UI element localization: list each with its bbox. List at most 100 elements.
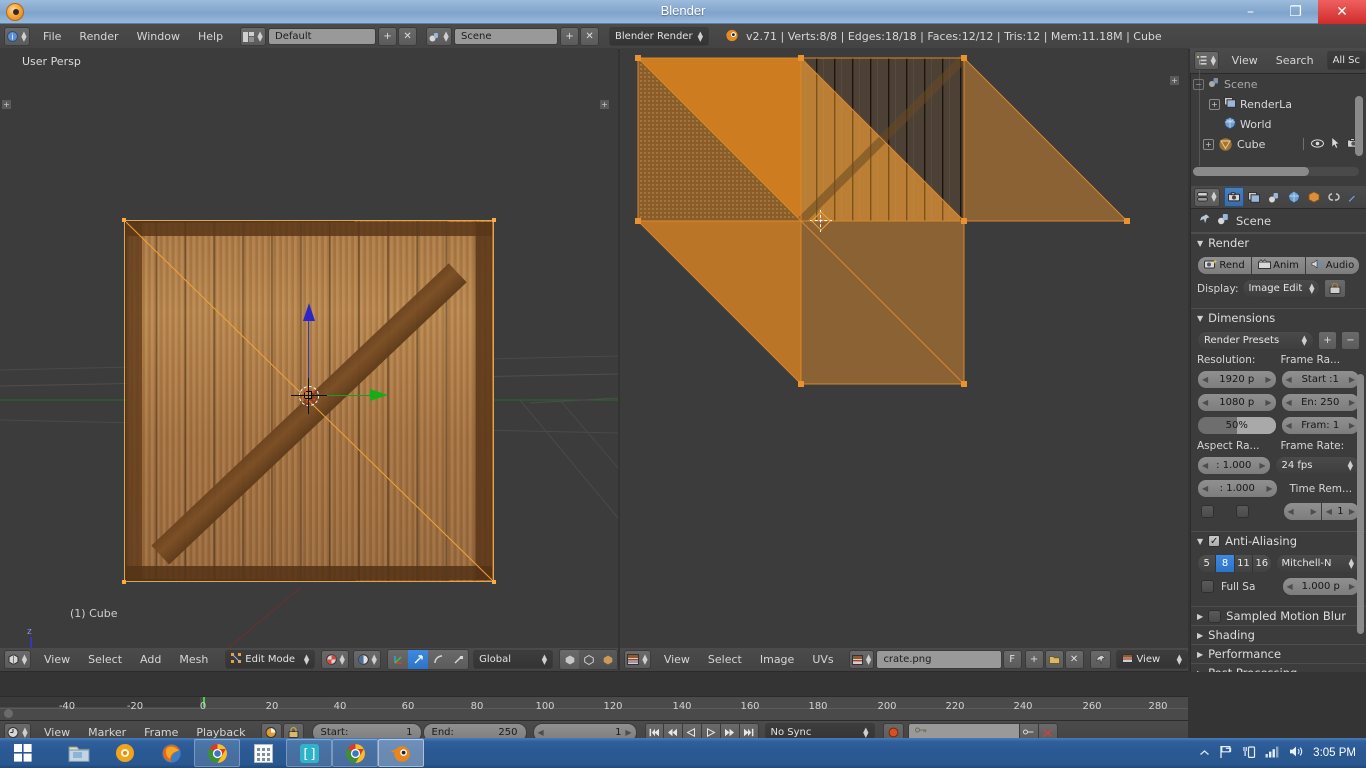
performance-panel-header[interactable]: ▶ Performance	[1191, 644, 1366, 663]
uv-image-editor[interactable]: +	[620, 48, 1188, 672]
wire-shade-icon[interactable]	[579, 650, 598, 669]
right-arrow-icon[interactable]: ▶	[1311, 507, 1317, 516]
remove-preset-button[interactable]: −	[1341, 331, 1360, 350]
properties-region-toggle[interactable]: +	[600, 100, 609, 109]
viewport-shading-icon[interactable]: ▲ ▼	[353, 650, 381, 669]
right-arrow-icon[interactable]: ▶	[1349, 507, 1355, 516]
viewport-menu-view[interactable]: View	[35, 648, 79, 672]
aa-filter-size-field[interactable]: ◀ 1.000 p ▶	[1282, 577, 1361, 596]
right-arrow-icon[interactable]: ▶	[625, 728, 631, 737]
screen-layout-icon[interactable]: ▲ ▼	[240, 27, 266, 46]
expand-icon[interactable]: +	[1209, 99, 1220, 110]
outliner-row-renderlayers[interactable]: + RenderLa	[1191, 94, 1366, 114]
pivot-point-icon[interactable]: ▲ ▼	[321, 650, 349, 669]
open-folder-icon[interactable]	[1045, 650, 1064, 669]
render-layers-tab-icon[interactable]	[1244, 187, 1264, 207]
properties-editor[interactable]: ▲ ▼ Scene ▼ Render Rend Anim Audio Displ…	[1190, 186, 1366, 672]
scale-manipulator-icon[interactable]	[448, 650, 468, 669]
delete-scene-button[interactable]: ✕	[580, 27, 599, 46]
constraints-tab-icon[interactable]	[1324, 187, 1344, 207]
render-panel-header[interactable]: ▼ Render	[1191, 233, 1366, 252]
antialiasing-panel-header[interactable]: ▼ ✓ Anti-Aliasing	[1191, 531, 1366, 550]
uv-menu-view[interactable]: View	[655, 648, 699, 672]
crate-vertex[interactable]	[492, 580, 496, 584]
left-arrow-icon[interactable]: ◀	[1326, 507, 1332, 516]
pin-icon[interactable]	[1090, 650, 1112, 669]
properties-editor-icon[interactable]: ▲ ▼	[1194, 188, 1220, 207]
action-center-flag-icon[interactable]	[1219, 745, 1233, 762]
outliner-row-scene[interactable]: − Scene	[1191, 74, 1366, 94]
world-tab-icon[interactable]	[1284, 187, 1304, 207]
outliner-row-cube[interactable]: + Cube	[1191, 134, 1366, 154]
manipulator-y-arrow[interactable]	[370, 389, 388, 401]
time-remap-old-field[interactable]: ◀ ▶	[1283, 502, 1322, 521]
add-preset-button[interactable]: +	[1318, 331, 1337, 350]
calculator-grid-icon[interactable]	[240, 739, 286, 767]
aa-filter-dropdown[interactable]: Mitchell-N ▲ ▼	[1276, 554, 1361, 573]
aa-sample-16[interactable]: 16	[1253, 555, 1270, 572]
menu-window[interactable]: Window	[128, 25, 189, 49]
minimize-button[interactable]: –	[1228, 0, 1273, 24]
brackets-icon[interactable]: []	[286, 739, 332, 767]
timeline-corner-widget[interactable]	[4, 709, 13, 718]
uv-layout[interactable]	[620, 48, 1188, 672]
aa-sample-11[interactable]: 11	[1235, 555, 1253, 572]
left-arrow-icon[interactable]: ◀	[1288, 507, 1294, 516]
expand-icon[interactable]: +	[1203, 139, 1214, 150]
firefox-icon[interactable]	[148, 739, 194, 767]
left-arrow-icon[interactable]: ◀	[1202, 461, 1208, 470]
3d-cursor[interactable]	[296, 383, 322, 409]
viewport-menu-select[interactable]: Select	[79, 648, 131, 672]
left-arrow-icon[interactable]: ◀	[1286, 375, 1292, 384]
viewport-menu-add[interactable]: Add	[131, 648, 170, 672]
outliner-editor-icon[interactable]: ▲ ▼	[1194, 51, 1219, 70]
transform-orientation-dropdown[interactable]: Global ▲ ▼	[473, 650, 553, 669]
outliner-menu-search[interactable]: Search	[1267, 49, 1323, 73]
left-arrow-icon[interactable]: ◀	[1202, 484, 1208, 493]
right-arrow-icon[interactable]: ▶	[1349, 582, 1355, 591]
post-processing-panel-header[interactable]: ▶ Post Processing	[1191, 663, 1366, 672]
rotate-manipulator-icon[interactable]	[428, 650, 448, 669]
eye-icon[interactable]	[1311, 138, 1324, 151]
3d-viewport[interactable]: User Persp (1) Cube z + +	[0, 48, 618, 672]
info-editor-type-selector[interactable]: i ▲ ▼	[0, 27, 34, 46]
uv-image-editor-icon[interactable]: ▲ ▼	[624, 650, 651, 669]
screen-layout-field[interactable]: Default	[268, 28, 376, 45]
crate-vertex[interactable]	[492, 218, 496, 222]
volume-icon[interactable]	[1289, 745, 1304, 761]
uv-2d-cursor[interactable]	[810, 210, 832, 232]
uv-menu-uvs[interactable]: UVs	[803, 648, 842, 672]
render-still-button[interactable]: Rend	[1197, 256, 1252, 275]
delete-screen-button[interactable]: ✕	[398, 27, 417, 46]
scene-tab-icon[interactable]	[1264, 187, 1284, 207]
right-arrow-icon[interactable]: ▶	[1349, 421, 1355, 430]
time-remap-new-field[interactable]: ◀ 1 ▶	[1322, 502, 1360, 521]
resolution-percentage-slider[interactable]: 50%	[1197, 416, 1277, 435]
outliner-hscroll-thumb[interactable]	[1193, 167, 1309, 176]
new-image-button[interactable]: +	[1025, 650, 1044, 669]
resolution-x-field[interactable]: ◀ 1920 p ▶	[1197, 370, 1277, 389]
right-arrow-icon[interactable]: ▶	[1349, 398, 1355, 407]
object-tab-icon[interactable]	[1304, 187, 1324, 207]
crop-toggle[interactable]	[1236, 505, 1249, 518]
sampled-motion-blur-panel-header[interactable]: ▶ Sampled Motion Blur	[1191, 606, 1366, 625]
render-presets-dropdown[interactable]: Render Presets ▲ ▼	[1197, 331, 1314, 350]
pin-icon[interactable]	[1198, 213, 1211, 229]
modifiers-tab-icon[interactable]	[1344, 187, 1360, 207]
crate-vertex[interactable]	[122, 218, 126, 222]
left-arrow-icon[interactable]: ◀	[538, 728, 544, 737]
outliner[interactable]: − Scene + RenderLa World + Cube	[1190, 74, 1366, 186]
left-arrow-icon[interactable]: ◀	[1286, 421, 1292, 430]
render-animation-button[interactable]: Anim	[1252, 256, 1305, 275]
chevron-up-icon[interactable]	[1199, 747, 1210, 760]
render-audio-button[interactable]: Audio	[1305, 256, 1360, 275]
left-arrow-icon[interactable]: ◀	[1286, 398, 1292, 407]
shading-panel-header[interactable]: ▶ Shading	[1191, 625, 1366, 644]
close-button[interactable]: ✕	[1318, 0, 1366, 24]
image-name-field[interactable]: crate.png	[876, 650, 1001, 669]
add-scene-button[interactable]: +	[560, 27, 579, 46]
cursor-arrow-icon[interactable]	[1331, 137, 1340, 152]
aa-sample-8[interactable]: 8	[1216, 555, 1234, 572]
aspect-y-field[interactable]: ◀ : 1.000 ▶	[1197, 479, 1278, 498]
image-browse-icon[interactable]: ▲ ▼	[849, 650, 875, 669]
